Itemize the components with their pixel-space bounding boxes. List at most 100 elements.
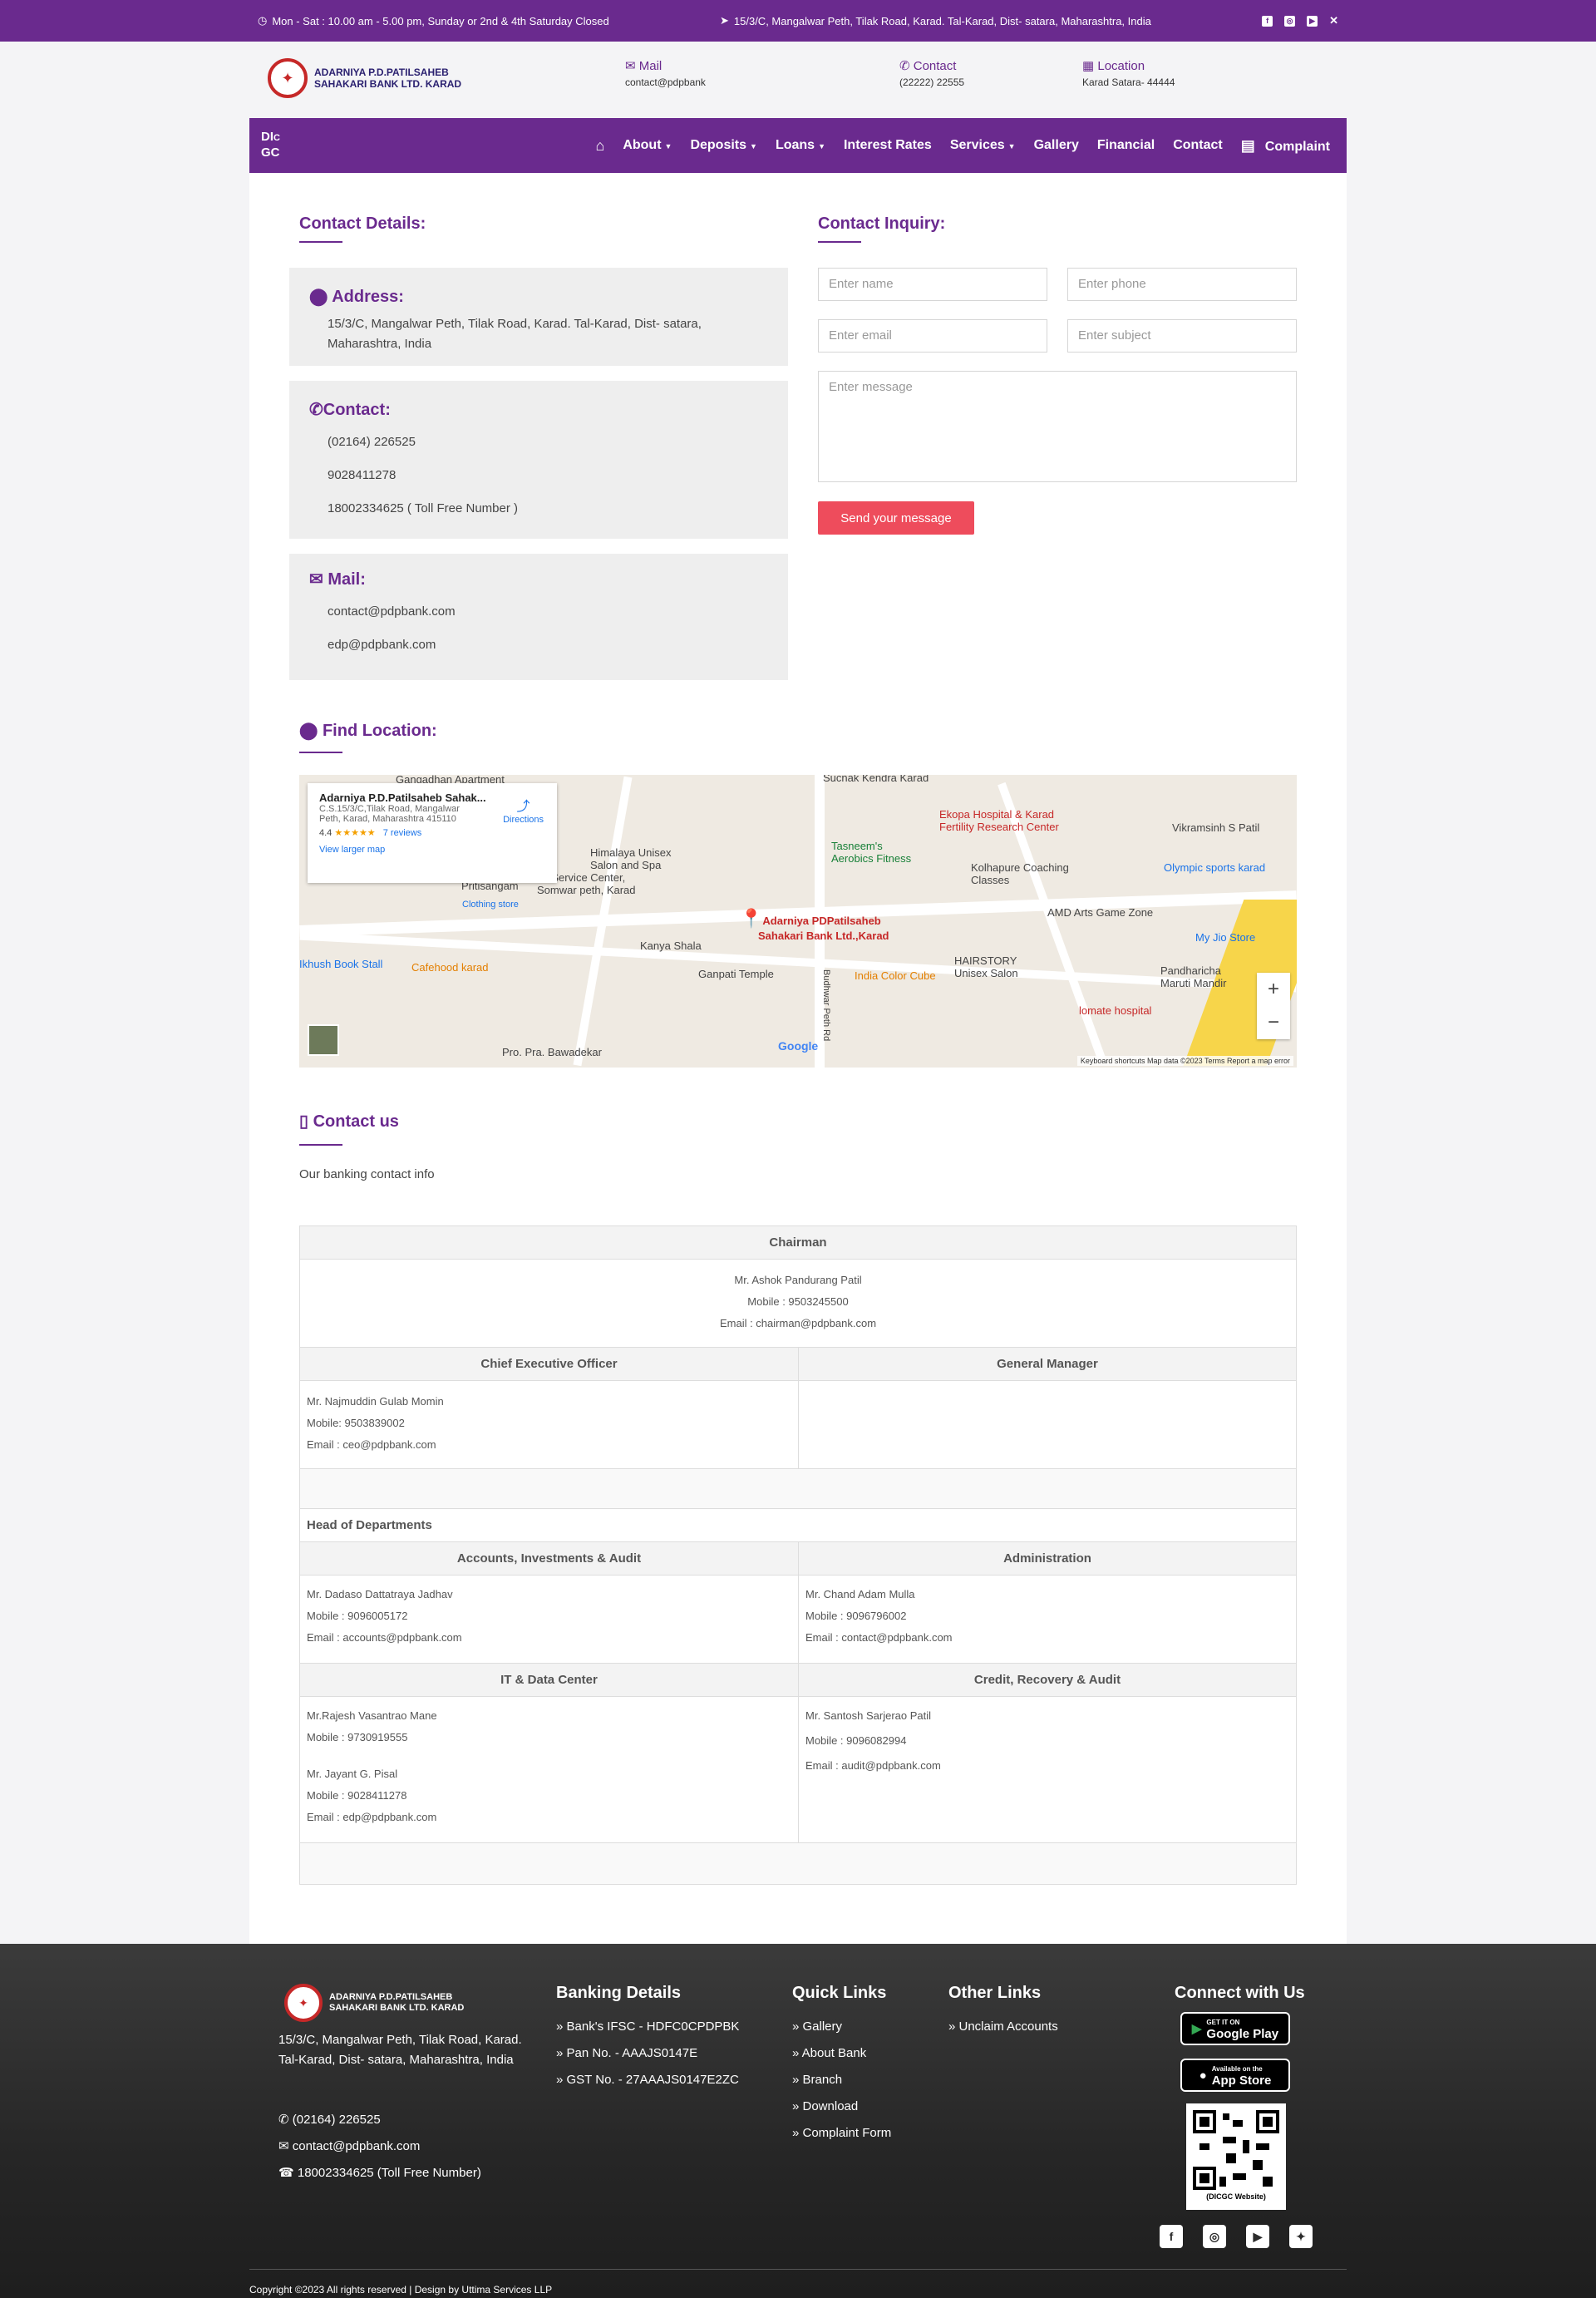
mail-card: ✉ Mail: contact@pdpbank.com edp@pdpbank.…: [289, 554, 788, 680]
dicgc-logo[interactable]: DIC GC: [261, 130, 293, 161]
google-logo: Google: [778, 1039, 819, 1053]
title-underline: [299, 752, 342, 753]
contact-table: Chairman Mr. Ashok Pandurang Patil Mobil…: [299, 1225, 1297, 1885]
mail-1[interactable]: contact@pdpbank.com: [328, 602, 456, 622]
envelope-icon: ✉: [625, 59, 636, 73]
contact-us-subtitle: Our banking contact info: [299, 1167, 435, 1181]
footer-logo[interactable]: ✦ ADARNIYA P.D.PATILSAHEB SAHAKARI BANK L…: [284, 1984, 464, 2022]
x-twitter-icon[interactable]: ✕: [1329, 14, 1338, 27]
it-header: IT & Data Center: [299, 1663, 799, 1697]
spacer-row: [299, 1842, 1297, 1885]
complaint-icon: ▤: [1240, 136, 1255, 154]
send-message-button[interactable]: Send your message: [818, 501, 974, 535]
nav-complaint[interactable]: ▤ Complaint: [1241, 137, 1330, 155]
app-store-button[interactable]: ● Available on the App Store: [1180, 2059, 1290, 2092]
footer-phone[interactable]: ✆ (02164) 226525: [278, 2107, 381, 2133]
chairman-header: Chairman: [299, 1225, 1297, 1260]
footer-tollfree[interactable]: ☎ 18002334625 (Toll Free Number): [278, 2160, 481, 2187]
ifsc: » Bank's IFSC - HDFC0CPDPBK: [556, 2019, 740, 2034]
google-map[interactable]: 📍Adarniya PDPatilsaheb Sahakari Bank Ltd.…: [299, 775, 1297, 1068]
quick-complaint[interactable]: » Complaint Form: [792, 2120, 891, 2147]
dicgc-qr-code[interactable]: (DICGC Website): [1186, 2103, 1286, 2210]
home-icon[interactable]: ⌂: [595, 137, 604, 155]
phone-tollfree[interactable]: 18002334625 ( Toll Free Number ): [328, 499, 518, 519]
zoom-in-button[interactable]: +: [1257, 973, 1290, 1006]
footer-address: 15/3/C, Mangalwar Peth, Tilak Road, Kara…: [278, 2033, 522, 2067]
youtube-icon[interactable]: ▶: [1246, 2225, 1269, 2248]
document-icon: ▯: [299, 1112, 309, 1131]
nav-interest-rates[interactable]: Interest Rates: [844, 138, 932, 153]
quick-download[interactable]: » Download: [792, 2093, 858, 2120]
footer-email[interactable]: ✉ contact@pdpbank.com: [278, 2133, 420, 2160]
nav-gallery[interactable]: Gallery: [1034, 138, 1079, 153]
main-content: Contact Details: ⬤ Address: 15/3/C, Mang…: [249, 173, 1347, 1944]
banking-title: Banking Details: [556, 1984, 682, 2002]
header: ✦ ADARNIYA P.D.PATILSAHEB SAHAKARI BANK L…: [249, 42, 1347, 118]
nav-loans[interactable]: Loans ▼: [776, 138, 825, 153]
header-location: ▦ Location Karad Satara- 44444: [1082, 59, 1175, 88]
quick-links-title: Quick Links: [792, 1984, 887, 2002]
hod-label: Head of Departments: [299, 1508, 1297, 1542]
accounts-cell: Mr. Dadaso Dattatraya Jadhav Mobile : 909…: [299, 1575, 799, 1664]
nav-contact[interactable]: Contact: [1173, 138, 1223, 153]
message-textarea[interactable]: Enter message: [818, 371, 1297, 482]
title-underline: [818, 241, 861, 243]
nav-financial[interactable]: Financial: [1097, 138, 1155, 153]
nav-about[interactable]: About ▼: [623, 138, 672, 153]
phone-square-icon: ☎: [278, 2166, 294, 2180]
map-pin-icon[interactable]: 📍: [740, 908, 762, 929]
larger-map-link[interactable]: View larger map: [319, 845, 545, 855]
location-arrow-icon: ➤: [719, 14, 729, 27]
copyright: Copyright ©2023 All rights reserved | De…: [249, 2284, 553, 2296]
instagram-icon[interactable]: ◎: [1284, 15, 1296, 27]
other-unclaim[interactable]: » Unclaim Accounts: [948, 2014, 1058, 2040]
map-marker-icon: ⬤: [309, 288, 328, 306]
quick-branch[interactable]: » Branch: [792, 2067, 842, 2093]
directions-link[interactable]: ⤴ Directions: [503, 795, 544, 825]
envelope-icon: ✉: [278, 2139, 289, 2153]
apple-icon: ●: [1199, 2068, 1207, 2083]
twitter-icon[interactable]: ✦: [1289, 2225, 1313, 2248]
building-icon: ▦: [1082, 59, 1095, 73]
name-input[interactable]: Enter name: [818, 268, 1047, 301]
find-location-title: ⬤ Find Location:: [299, 722, 437, 740]
quick-gallery[interactable]: » Gallery: [792, 2014, 842, 2040]
facebook-icon[interactable]: f: [1160, 2225, 1183, 2248]
accounts-header: Accounts, Investments & Audit: [299, 1541, 799, 1576]
map-marker-icon: ⬤: [299, 722, 318, 740]
facebook-icon[interactable]: f: [1262, 15, 1273, 27]
contact-details-title: Contact Details:: [299, 215, 426, 233]
contact-us-title: ▯ Contact us: [299, 1112, 399, 1131]
phone-1[interactable]: (02164) 226525: [328, 432, 416, 452]
gst: » GST No. - 27AAAJS0147E2ZC: [556, 2073, 739, 2087]
nav-deposits[interactable]: Deposits ▼: [690, 138, 757, 153]
mail-2[interactable]: edp@pdpbank.com: [328, 635, 436, 655]
phone-icon: ✆: [309, 401, 323, 419]
satellite-toggle[interactable]: [308, 1024, 339, 1056]
instagram-icon[interactable]: ◎: [1203, 2225, 1226, 2248]
email-input[interactable]: Enter email: [818, 319, 1047, 353]
bank-logo[interactable]: ✦ ADARNIYA P.D.PATILSAHEB SAHAKARI BANK L…: [268, 58, 461, 98]
map-footer[interactable]: Keyboard shortcuts Map data ©2023 Terms …: [1076, 1056, 1293, 1066]
nav-services[interactable]: Services ▼: [950, 138, 1016, 153]
contact-heading: ✆Contact:: [309, 401, 391, 419]
youtube-icon[interactable]: ▶: [1307, 15, 1318, 27]
google-play-button[interactable]: ▶ GET IT ON Google Play: [1180, 2012, 1290, 2045]
qr-code-icon: [1193, 2110, 1279, 2190]
phone-input[interactable]: Enter phone: [1067, 268, 1297, 301]
credit-cell: Mr. Santosh Sarjerao Patil Mobile : 90960…: [798, 1696, 1297, 1843]
phone-2[interactable]: 9028411278: [328, 466, 396, 486]
reviews-link[interactable]: 7 reviews: [383, 828, 421, 838]
phone-icon: ✆: [278, 2113, 289, 2127]
bank-emblem-icon: ✦: [268, 58, 308, 98]
address-heading: ⬤ Address:: [309, 288, 404, 306]
rating-stars: ★★★★★: [334, 828, 376, 838]
quick-about[interactable]: » About Bank: [792, 2040, 866, 2067]
footer: ✦ ADARNIYA P.D.PATILSAHEB SAHAKARI BANK L…: [0, 1944, 1596, 2298]
top-social: f ◎ ▶ ✕: [1262, 14, 1338, 27]
address-card: ⬤ Address: 15/3/C, Mangalwar Peth, Tilak…: [289, 268, 788, 366]
subject-input[interactable]: Enter subject: [1067, 319, 1297, 353]
zoom-out-button[interactable]: −: [1257, 1006, 1290, 1039]
top-bar: ◷ Mon - Sat : 10.00 am - 5.00 pm, Sunday …: [0, 0, 1596, 42]
footer-divider: [249, 2269, 1347, 2270]
